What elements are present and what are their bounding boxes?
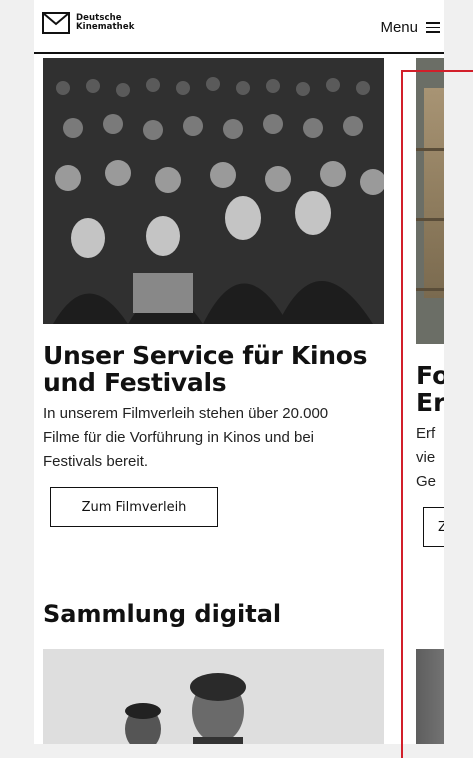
archive-photo xyxy=(416,58,444,344)
site-header: Deutsche Kinemathek Menu xyxy=(34,0,444,54)
sammlung-photo xyxy=(43,649,384,744)
card2-title: Fo Er xyxy=(416,362,444,416)
card2-text: Erf vie Ge xyxy=(416,422,444,494)
archive-boxes xyxy=(424,88,444,298)
logo-wordmark: Deutsche Kinemathek xyxy=(76,14,134,32)
service-card: Unser Service für Kinos und Festivals In… xyxy=(43,58,384,527)
shelf-line xyxy=(416,218,444,221)
next-card-photo xyxy=(416,649,444,744)
filmverleih-button[interactable]: Zum Filmverleih xyxy=(50,487,218,527)
guide-line-horizontal xyxy=(401,70,473,72)
audience-photo xyxy=(43,58,384,324)
logo-line-2: Kinemathek xyxy=(76,22,135,32)
section-heading: Sammlung digital xyxy=(43,600,282,628)
menu-label: Menu xyxy=(380,19,418,36)
card-title: Unser Service für Kinos und Festivals xyxy=(43,341,368,397)
card2-title-line: Er xyxy=(416,388,444,417)
crowd-illustration xyxy=(43,58,384,324)
card-text: In unserem Filmverleih stehen über 20.00… xyxy=(43,405,329,470)
page: Deutsche Kinemathek Menu Unser Service f… xyxy=(34,0,444,744)
next-card[interactable]: Fo Er Erf vie Ge Z xyxy=(416,58,444,547)
card2-title-line: Fo xyxy=(416,361,444,390)
logo[interactable]: Deutsche Kinemathek xyxy=(42,12,134,34)
shelf-line xyxy=(416,148,444,151)
kinemathek-logo-icon xyxy=(42,12,70,34)
menu-button[interactable]: Menu xyxy=(380,19,440,36)
hamburger-icon xyxy=(426,22,440,33)
card2-button[interactable]: Z xyxy=(423,507,444,547)
card2-text-line: Ge xyxy=(416,473,437,490)
card2-text-line: vie xyxy=(416,449,436,466)
portrait-illustration xyxy=(43,649,384,744)
shelf-line xyxy=(416,288,444,291)
guide-line-vertical xyxy=(401,70,403,758)
card2-text-line: Erf xyxy=(416,425,436,442)
